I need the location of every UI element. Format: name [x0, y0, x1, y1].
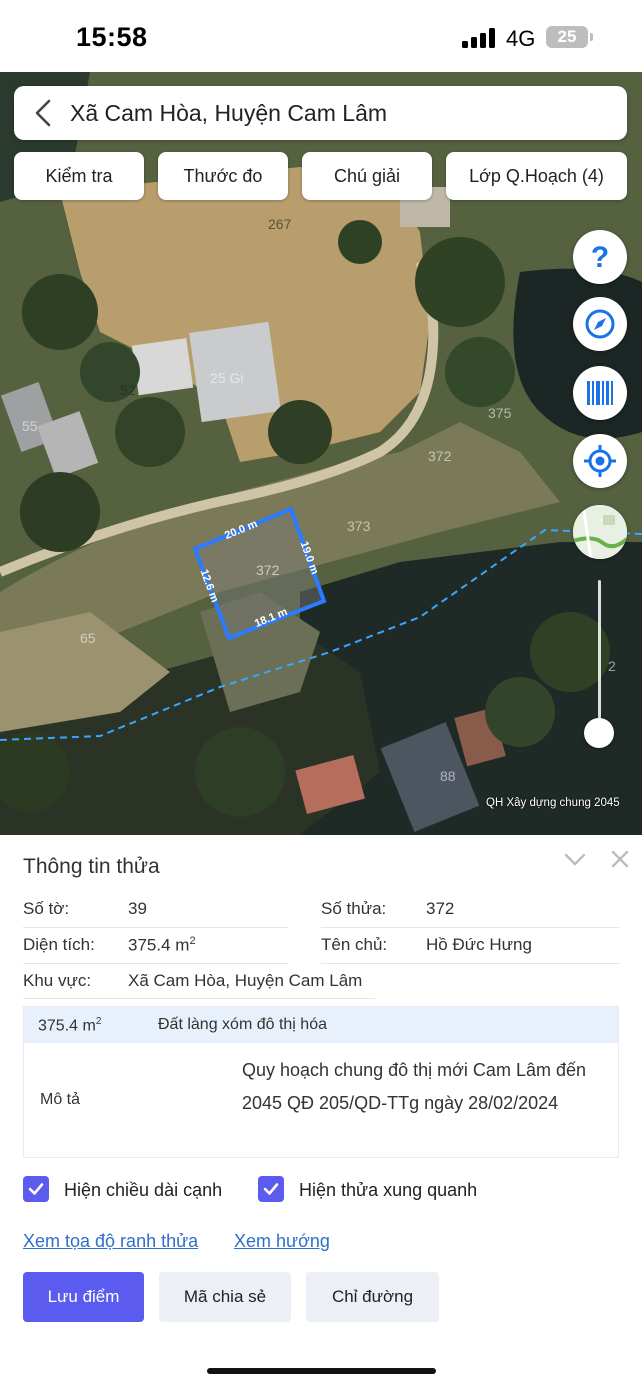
network-type: 4G [506, 26, 536, 51]
compass-icon [585, 309, 615, 339]
battery-tip [590, 33, 593, 41]
measure-button[interactable]: Thước đo [158, 152, 288, 200]
view-direction-link[interactable]: Xem hướng [234, 1231, 330, 1252]
chevron-left-icon[interactable] [32, 98, 54, 128]
parcel-info-panel: Thông tin thửa Số tờ: 39 Số thửa: 372 Di… [0, 835, 642, 1389]
view-boundary-coordinates-link[interactable]: Xem tọa độ ranh thửa [23, 1231, 198, 1252]
legend-button[interactable]: Chú giải [302, 152, 432, 200]
home-indicator[interactable] [207, 1368, 436, 1374]
parcel-label: 25 Gi [210, 370, 244, 386]
parcel-label: 65 [80, 630, 96, 646]
parcel-label: 372 [428, 448, 452, 464]
parcel-number-label: Số thửa: [321, 899, 387, 918]
help-icon: ? [591, 241, 609, 274]
zoning-description-label: Mô tả [40, 1091, 81, 1108]
svg-text:?: ? [591, 241, 609, 274]
status-time: 15:58 [76, 22, 148, 52]
region-value: Xã Cam Hòa, Huyện Cam Lâm [128, 971, 363, 990]
parcel-label: 52 [120, 382, 136, 398]
zoning-table: 375.4 m2 Đất làng xóm đô thị hóa Mô tả Q… [23, 1006, 619, 1158]
barcode-icon [587, 381, 613, 405]
parcel-number-value: 372 [426, 899, 455, 918]
map-layer-icon [573, 505, 627, 559]
selected-parcel-number: 372 [256, 562, 280, 578]
owner-value: Hồ Đức Hưng [426, 935, 532, 954]
directions-button[interactable]: Chỉ đường [306, 1272, 439, 1322]
signal-icon [462, 28, 496, 48]
show-edge-lengths-label[interactable]: Hiện chiều dài cạnh [64, 1180, 222, 1201]
map-layer-button[interactable] [573, 505, 627, 559]
zoom-slider-track[interactable] [598, 580, 601, 732]
map-view[interactable]: 267 52 55 25 Gi 375 372 373 65 2 88 372 … [0, 72, 642, 835]
owner-label: Tên chủ: [321, 935, 388, 954]
zoning-header-row: 375.4 m2 Đất làng xóm đô thị hóa [24, 1007, 618, 1043]
parcel-label: 267 [268, 216, 292, 232]
zoom-slider-thumb[interactable] [584, 718, 614, 748]
location-title: Xã Cam Hòa, Huyện Cam Lâm [70, 100, 388, 126]
planning-layers-button[interactable]: Lớp Q.Hoạch (4) [446, 152, 627, 200]
help-button[interactable]: ? [573, 230, 627, 284]
divider [321, 963, 619, 964]
show-neighbors-label[interactable]: Hiện thửa xung quanh [299, 1180, 477, 1201]
checkmark-icon [28, 1183, 44, 1195]
divider [23, 998, 375, 999]
zoning-land-type: Đất làng xóm đô thị hóa [158, 1016, 327, 1033]
locate-button[interactable] [573, 434, 627, 488]
location-search-bar[interactable]: Xã Cam Hòa, Huyện Cam Lâm [14, 86, 627, 140]
parcel-label: 88 [440, 768, 456, 784]
chevron-down-icon[interactable] [563, 851, 587, 869]
zoning-description: Quy hoạch chung đô thị mới Cam Lâm đến 2… [242, 1060, 586, 1113]
sheet-number-value: 39 [128, 899, 147, 918]
sheet-number-label: Số tờ: [23, 899, 70, 918]
share-code-button[interactable]: Mã chia sẻ [159, 1272, 291, 1322]
barcode-button[interactable] [573, 366, 627, 420]
divider [321, 927, 619, 928]
close-icon[interactable] [610, 849, 630, 869]
parcel-label: 375 [488, 405, 512, 421]
checkmark-icon [263, 1183, 279, 1195]
status-bar: 15:58 4G 25 [0, 0, 642, 72]
panel-title: Thông tin thửa [23, 855, 160, 878]
parcel-label: 373 [347, 518, 371, 534]
divider [23, 963, 288, 964]
area-value: 375.4 m2 [128, 935, 196, 955]
area-label: Diện tích: [23, 935, 95, 954]
locate-icon [584, 445, 616, 477]
divider [23, 927, 288, 928]
map-watermark: QH Xây dựng chung 2045 [486, 797, 620, 809]
save-point-button[interactable]: Lưu điểm [23, 1272, 144, 1322]
compass-button[interactable] [573, 297, 627, 351]
zoning-area: 375.4 m2 [38, 1016, 102, 1035]
parcel-label: 55 [22, 418, 38, 434]
battery-icon: 25 [546, 26, 588, 48]
parcel-label: 2 [608, 658, 616, 674]
region-label: Khu vực: [23, 971, 92, 990]
check-button[interactable]: Kiểm tra [14, 152, 144, 200]
show-neighbors-checkbox[interactable] [258, 1176, 284, 1202]
show-edge-lengths-checkbox[interactable] [23, 1176, 49, 1202]
